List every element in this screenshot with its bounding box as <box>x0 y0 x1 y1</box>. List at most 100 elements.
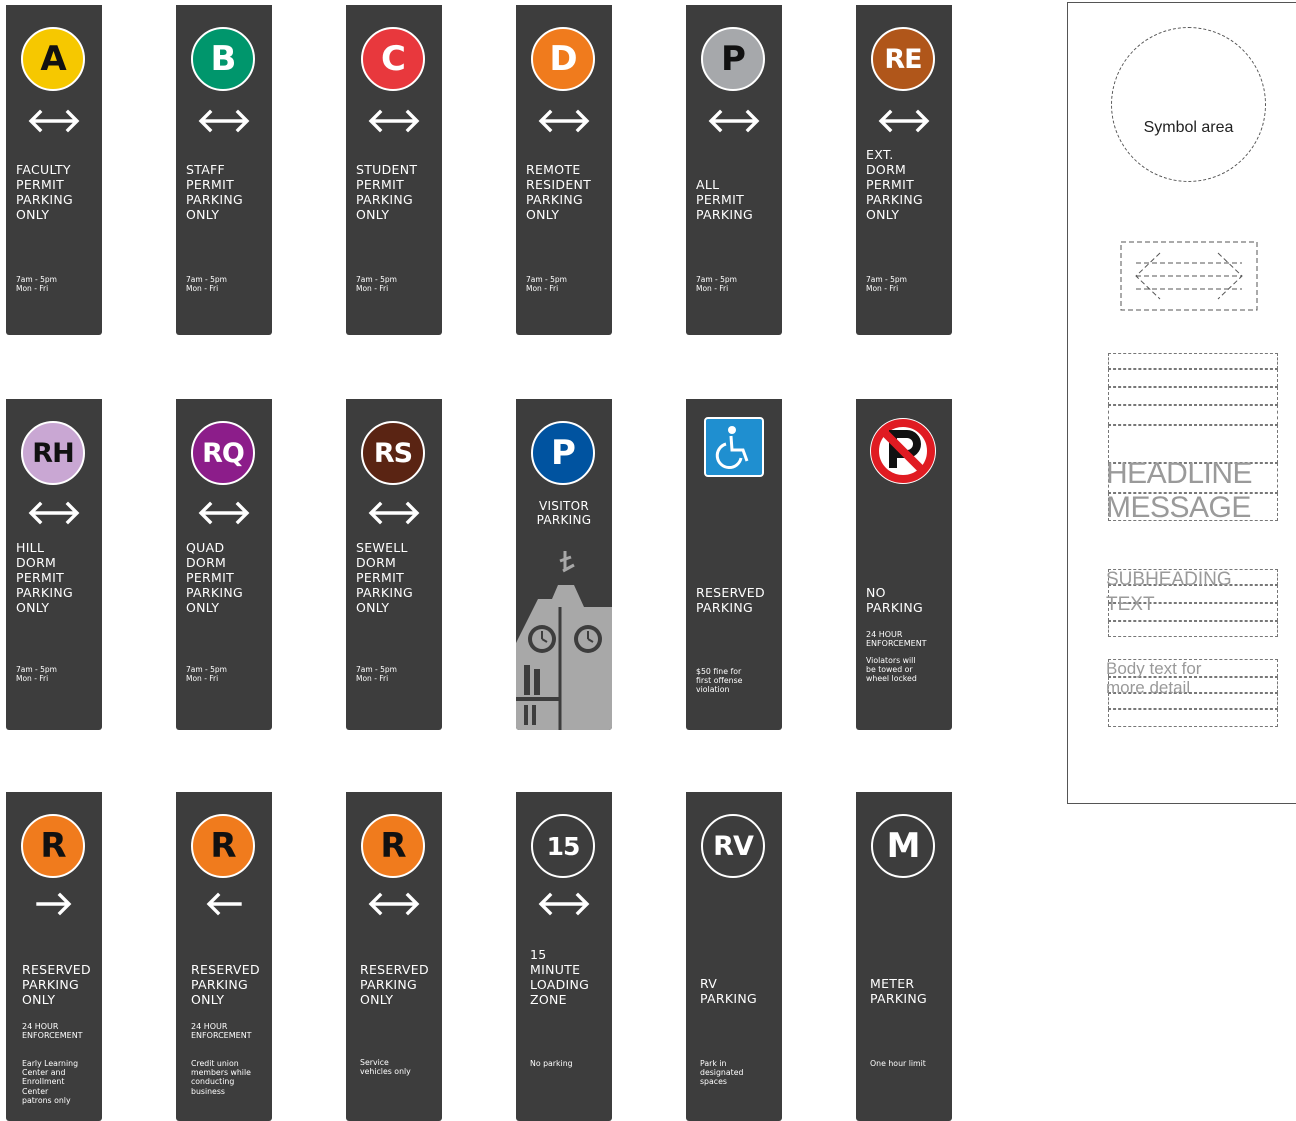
symbol-badge: B <box>191 27 255 91</box>
symbol-badge: D <box>531 27 595 91</box>
headline: QUAD DORM PERMIT PARKING ONLY <box>186 540 243 615</box>
body-text: $50 fine for first offense violation <box>696 667 743 695</box>
subheading: 24 HOUR ENFORCEMENT <box>22 1022 83 1040</box>
sign-hill-dorm: RH HILL DORM PERMIT PARKING ONLY 7am - 5… <box>6 399 102 730</box>
sign-reserved-left: R RESERVED PARKING ONLY 24 HOUR ENFORCEM… <box>176 792 272 1121</box>
line-placeholder <box>1108 353 1278 369</box>
headline: RESERVED PARKING ONLY <box>191 962 260 1007</box>
body-text: Credit union members while conducting bu… <box>191 1059 251 1096</box>
headline: RV PARKING <box>700 976 757 1006</box>
hours: 7am - 5pm Mon - Fri <box>356 275 397 293</box>
body-text: Early Learning Center and Enrollment Cen… <box>22 1059 79 1105</box>
symbol-badge: P <box>531 421 595 485</box>
symbol-badge: RS <box>361 421 425 485</box>
accessible-icon <box>704 417 764 477</box>
no-parking-icon <box>870 418 936 484</box>
sign-meter-parking: M METER PARKING One hour limit <box>856 792 952 1121</box>
line-placeholder <box>1108 621 1278 637</box>
body-text: One hour limit <box>870 1059 926 1068</box>
headline: SEWELL DORM PERMIT PARKING ONLY <box>356 540 413 615</box>
subheading: 24 HOUR ENFORCEMENT <box>866 630 927 648</box>
hours: 7am - 5pm Mon - Fri <box>186 275 227 293</box>
hours: 7am - 5pm Mon - Fri <box>16 275 57 293</box>
line-placeholder <box>1108 387 1278 405</box>
symbol-area-label: Symbol area <box>1143 119 1234 136</box>
hours: 7am - 5pm Mon - Fri <box>696 275 737 293</box>
sign-accessible-reserved: RESERVED PARKING $50 fine for first offe… <box>686 399 782 730</box>
sign-rv-parking: RV RV PARKING Park in designated spaces <box>686 792 782 1121</box>
symbol-badge: RQ <box>191 421 255 485</box>
double-arrow-icon <box>28 501 80 525</box>
line-placeholder <box>1108 405 1278 425</box>
line-placeholder <box>1108 709 1278 727</box>
headline: STUDENT PERMIT PARKING ONLY <box>356 162 418 222</box>
headline: RESERVED PARKING ONLY <box>22 962 91 1007</box>
hours: 7am - 5pm Mon - Fri <box>526 275 567 293</box>
sign-loading-zone: 15 15 MINUTE LOADING ZONE No parking <box>516 792 612 1121</box>
headline: STAFF PERMIT PARKING ONLY <box>186 162 243 222</box>
subheading-placeholder: SUBHEADING TEXT <box>1106 569 1232 615</box>
symbol-badge: P <box>701 27 765 91</box>
body-text: Service vehicles only <box>360 1058 411 1077</box>
symbol-badge: RE <box>871 27 935 91</box>
sign-student: C STUDENT PERMIT PARKING ONLY 7am - 5pm … <box>346 5 442 335</box>
double-arrow-icon <box>198 501 250 525</box>
sign-all-permit: P ALL PERMIT PARKING 7am - 5pm Mon - Fri <box>686 5 782 335</box>
headline: NO PARKING <box>866 585 923 615</box>
body-text: Violators will be towed or wheel locked <box>866 656 917 684</box>
double-arrow-icon <box>198 109 250 133</box>
sign-ext-dorm: RE EXT. DORM PERMIT PARKING ONLY 7am - 5… <box>856 5 952 335</box>
subheading: 24 HOUR ENFORCEMENT <box>191 1022 252 1040</box>
hours: 7am - 5pm Mon - Fri <box>16 665 57 683</box>
headline: RESERVED PARKING <box>696 585 765 615</box>
sign-remote-resident: D REMOTE RESIDENT PARKING ONLY 7am - 5pm… <box>516 5 612 335</box>
symbol-area-placeholder <box>1111 27 1266 182</box>
line-placeholder <box>1108 369 1278 387</box>
symbol-badge: R <box>191 814 255 878</box>
headline: 15 MINUTE LOADING ZONE <box>530 947 590 1007</box>
arrow-area-placeholder <box>1120 241 1258 311</box>
headline: VISITOR PARKING <box>536 499 592 527</box>
headline-placeholder: HEADLINE MESSAGE <box>1106 457 1253 524</box>
sign-no-parking: NO PARKING 24 HOUR ENFORCEMENT Violators… <box>856 399 952 730</box>
hours: 7am - 5pm Mon - Fri <box>356 665 397 683</box>
sign-sewell-dorm: RS SEWELL DORM PERMIT PARKING ONLY 7am -… <box>346 399 442 730</box>
double-arrow-icon <box>878 109 930 133</box>
double-arrow-icon <box>538 109 590 133</box>
symbol-badge: A <box>21 27 85 91</box>
hours: 7am - 5pm Mon - Fri <box>866 275 907 293</box>
sign-staff: B STAFF PERMIT PARKING ONLY 7am - 5pm Mo… <box>176 5 272 335</box>
headline: FACULTY PERMIT PARKING ONLY <box>16 162 73 222</box>
symbol-badge: R <box>361 814 425 878</box>
body-text: Park in designated spaces <box>700 1059 744 1087</box>
headline: HILL DORM PERMIT PARKING ONLY <box>16 540 73 615</box>
double-arrow-icon <box>538 892 590 916</box>
sign-visitor: P VISITOR PARKING <box>516 399 612 730</box>
double-arrow-icon <box>708 109 760 133</box>
double-arrow-icon <box>368 109 420 133</box>
sign-quad-dorm: RQ QUAD DORM PERMIT PARKING ONLY 7am - 5… <box>176 399 272 730</box>
headline: REMOTE RESIDENT PARKING ONLY <box>526 162 592 222</box>
headline: METER PARKING <box>870 976 927 1006</box>
double-arrow-icon <box>368 892 420 916</box>
arrow-left-icon <box>206 892 242 916</box>
symbol-badge: R <box>21 814 85 878</box>
headline: ALL PERMIT PARKING <box>696 177 753 222</box>
symbol-badge: RH <box>21 421 85 485</box>
arrow-right-icon <box>36 892 72 916</box>
symbol-badge: 15 <box>531 814 595 878</box>
headline: RESERVED PARKING ONLY <box>360 962 429 1007</box>
sign-template: Symbol area HEADLINE MESSAGE SUBHEADING … <box>1067 2 1296 804</box>
clock-tower-icon <box>516 551 612 730</box>
sign-reserved-both: R RESERVED PARKING ONLY Service vehicles… <box>346 792 442 1121</box>
hours: 7am - 5pm Mon - Fri <box>186 665 227 683</box>
headline: EXT. DORM PERMIT PARKING ONLY <box>866 147 923 222</box>
symbol-badge: C <box>361 27 425 91</box>
symbol-badge: M <box>871 814 935 878</box>
sign-reserved-right: R RESERVED PARKING ONLY 24 HOUR ENFORCEM… <box>6 792 102 1121</box>
body-placeholder: Body text for more detail <box>1106 659 1202 697</box>
double-arrow-icon <box>368 501 420 525</box>
double-arrow-icon <box>28 109 80 133</box>
symbol-badge: RV <box>701 814 765 878</box>
sign-faculty: A FACULTY PERMIT PARKING ONLY 7am - 5pm … <box>6 5 102 335</box>
